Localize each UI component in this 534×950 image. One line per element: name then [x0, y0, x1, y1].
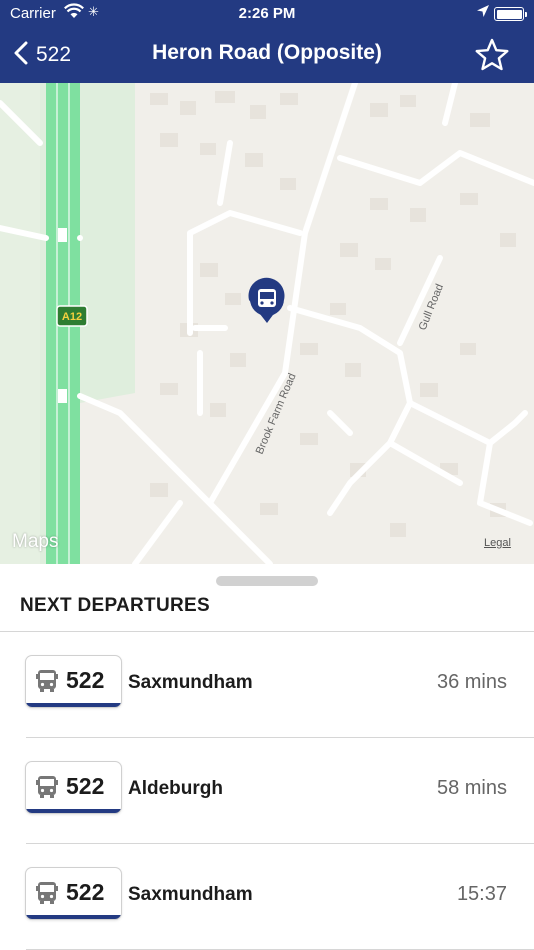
bus-icon: [36, 881, 58, 910]
route-badge: 522: [26, 762, 121, 813]
departures-sheet: NEXT DEPARTURES 522 Saxmundham 36 mins 5…: [0, 564, 534, 950]
route-number: 522: [66, 773, 105, 799]
section-heading: NEXT DEPARTURES: [20, 595, 210, 616]
a12-label: A12: [62, 311, 82, 323]
destination: Saxmundham: [128, 672, 253, 693]
route-badge: 522: [26, 868, 121, 919]
departure-row[interactable]: 522 Saxmundham 36 mins: [0, 632, 534, 738]
route-color-bar: [26, 915, 121, 919]
bus-icon: [36, 775, 58, 804]
status-bar: Carrier ✳ 2:26 PM: [0, 0, 534, 28]
navigation-bar: 522 Heron Road (Opposite): [0, 28, 534, 83]
route-number: 522: [66, 667, 105, 693]
star-icon: [475, 38, 509, 71]
destination: Saxmundham: [128, 884, 253, 905]
bus-icon: [36, 669, 58, 698]
page-title: Heron Road (Opposite): [152, 41, 382, 64]
route-color-bar: [26, 809, 121, 813]
departure-row[interactable]: 522 Aldeburgh 58 mins: [0, 738, 534, 844]
legal-link[interactable]: Legal: [484, 537, 511, 549]
bus-stop-pin-icon[interactable]: [248, 277, 285, 323]
departure-time: 58 mins: [436, 777, 507, 799]
departure-time: 15:37: [456, 883, 507, 905]
location-arrow-icon: [476, 4, 490, 22]
apple-maps-logo: Maps: [12, 531, 58, 553]
destination: Aldeburgh: [128, 778, 223, 799]
departure-row[interactable]: 522 Saxmundham 15:37: [0, 844, 534, 950]
route-number: 522: [66, 879, 105, 905]
route-color-bar: [26, 703, 121, 707]
departure-time: 36 mins: [436, 671, 507, 693]
favourite-star-button[interactable]: [474, 37, 510, 78]
a12-road-badge: A12: [56, 305, 88, 327]
battery-icon: [494, 7, 527, 21]
status-time: 2:26 PM: [238, 5, 296, 22]
maps-attribution: Maps: [12, 531, 59, 552]
route-badge: 522: [26, 656, 121, 707]
top-bar: Carrier ✳ 2:26 PM 522 Heron Road (Opposi…: [0, 0, 534, 83]
map-canvas: A12 Brook Farm Road Gull Road: [0, 83, 534, 564]
sheet-grabber[interactable]: [216, 576, 318, 586]
road-label-gull: Gull Road: [417, 282, 446, 332]
map-view[interactable]: A12 Brook Farm Road Gull Road Maps Legal: [0, 83, 534, 564]
